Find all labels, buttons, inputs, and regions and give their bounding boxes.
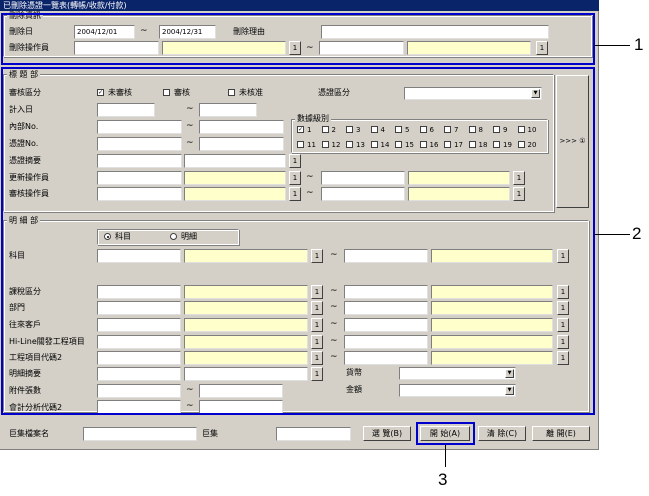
callout-3-highlight [416, 422, 475, 445]
callout-2-line [595, 234, 630, 235]
callout-2: 2 [632, 224, 642, 243]
callout-1-line [595, 45, 630, 46]
macro-file-input[interactable] [83, 427, 197, 441]
clear-button[interactable]: 清 除(C) [478, 426, 526, 441]
callout-1: 1 [634, 35, 644, 54]
macro-input[interactable] [276, 427, 351, 441]
macro-label: 巨集 [202, 429, 218, 438]
callout-3: 3 [438, 470, 448, 489]
macro-file-label: 巨集檔案名 [9, 429, 49, 438]
browse-button[interactable]: 選 覽(B) [363, 426, 411, 441]
window-title: 已刪除憑證一覽表(轉帳/收款/付款) [0, 0, 599, 11]
callout-3-line [445, 445, 446, 467]
callout-2-highlight [1, 67, 595, 415]
close-button[interactable]: 離 開(E) [532, 426, 590, 441]
callout-1-highlight [1, 13, 595, 65]
